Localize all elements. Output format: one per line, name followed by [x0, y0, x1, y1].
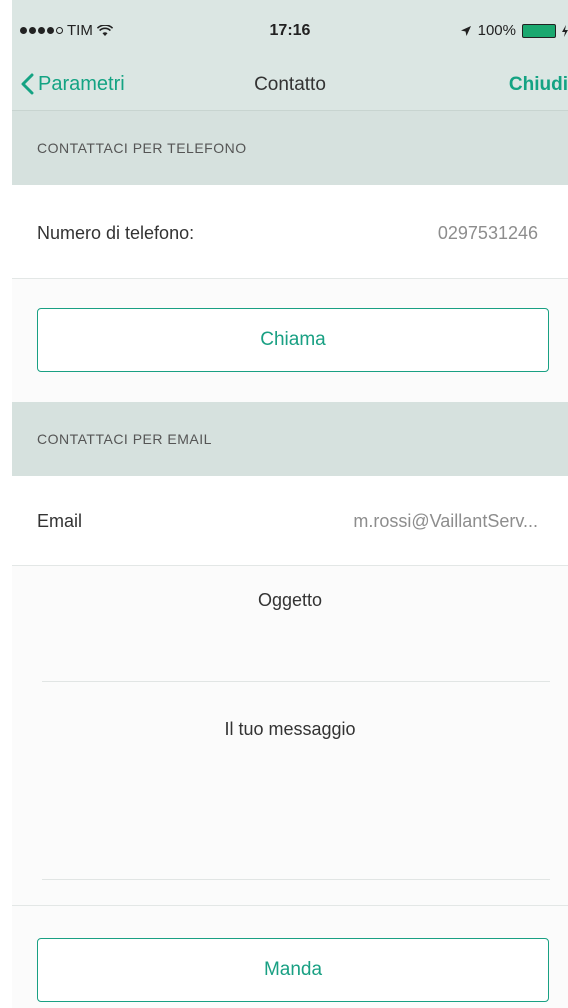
contact-screen: TIM 17:16 100% Parametri Contatto Chiudi…	[12, 0, 568, 1008]
phone-number-value[interactable]: 0297531246	[438, 223, 538, 244]
phone-section-header: CONTATTACI PER TELEFONO	[12, 111, 568, 185]
phone-number-row: Numero di telefono: 0297531246	[12, 185, 568, 279]
close-button[interactable]: Chiudi	[509, 74, 568, 96]
email-value[interactable]: m.rossi@VaillantServ...	[353, 511, 538, 532]
send-button[interactable]: Manda	[37, 938, 549, 1002]
message-underline	[42, 879, 550, 880]
subject-underline	[42, 681, 550, 682]
charging-icon	[562, 24, 568, 37]
page-title: Contatto	[254, 74, 326, 95]
phone-number-label: Numero di telefono:	[37, 223, 195, 243]
location-arrow-icon	[460, 25, 471, 36]
battery-percent: 100%	[477, 22, 516, 39]
navigation-bar: Parametri Contatto Chiudi	[12, 58, 568, 111]
status-right: 100%	[460, 22, 568, 39]
email-label: Email	[37, 511, 83, 531]
divider	[12, 905, 568, 906]
subject-input[interactable]: Oggetto	[12, 590, 568, 611]
call-button[interactable]: Chiama	[37, 308, 549, 372]
status-bar: TIM 17:16 100%	[12, 0, 568, 58]
email-row: Email m.rossi@VaillantServ...	[12, 476, 568, 566]
email-section-header: CONTATTACI PER EMAIL	[12, 402, 568, 476]
battery-icon	[522, 23, 556, 38]
message-input[interactable]: Il tuo messaggio	[12, 719, 568, 740]
